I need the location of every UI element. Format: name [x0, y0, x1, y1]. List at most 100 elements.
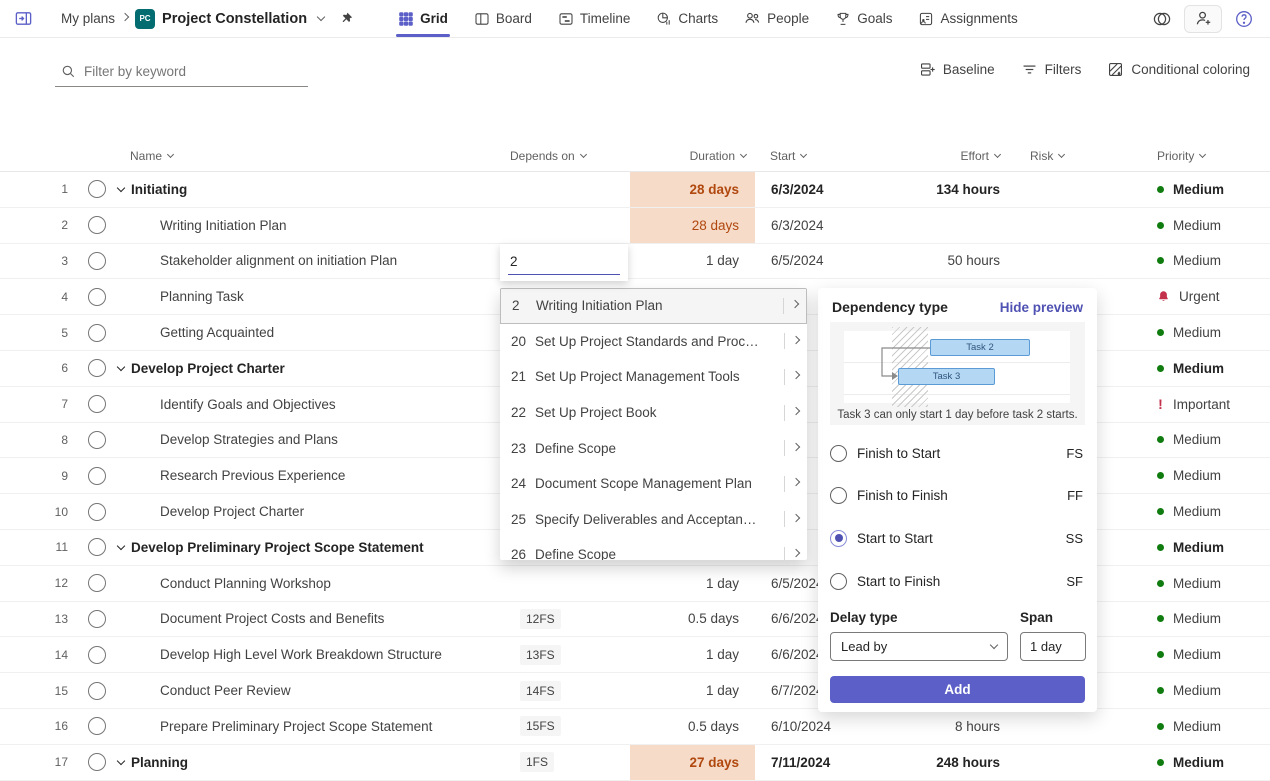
dropdown-item[interactable]: 2Writing Initiation Plan [500, 288, 807, 324]
span-input[interactable] [1020, 632, 1086, 661]
task-complete-circle[interactable] [88, 574, 106, 592]
item-expand-chevron-icon[interactable] [792, 336, 800, 344]
task-complete-circle[interactable] [88, 216, 106, 234]
priority-cell[interactable]: Medium [1157, 530, 1224, 565]
dropdown-item[interactable]: 21Set Up Project Management Tools [500, 359, 807, 395]
priority-cell[interactable]: Medium [1157, 709, 1221, 744]
start-cell[interactable]: 6/6/2024 [771, 637, 824, 672]
priority-cell[interactable]: Medium [1157, 745, 1224, 780]
effort-cell[interactable]: 248 hours [880, 745, 1000, 780]
item-expand-chevron-icon[interactable] [792, 549, 800, 557]
start-cell[interactable]: 6/7/2024 [771, 673, 824, 708]
delay-type-select[interactable]: Lead by [830, 632, 1008, 661]
task-complete-circle[interactable] [88, 646, 106, 664]
priority-cell[interactable]: Medium [1157, 172, 1224, 207]
dependency-chip[interactable]: 15FS [520, 716, 561, 736]
task-name-cell[interactable]: Prepare Preliminary Project Scope Statem… [160, 709, 432, 744]
item-expand-chevron-icon[interactable] [792, 407, 800, 415]
priority-cell[interactable]: Medium [1157, 244, 1221, 279]
tab-grid[interactable]: Grid [390, 0, 456, 37]
start-cell[interactable]: 6/3/2024 [771, 172, 824, 207]
baseline-button[interactable]: Baseline [919, 61, 995, 78]
task-name-cell[interactable]: Getting Acquainted [160, 315, 274, 350]
priority-cell[interactable]: !Important [1157, 387, 1230, 422]
help-icon[interactable] [1234, 9, 1254, 29]
start-cell[interactable]: 6/6/2024 [771, 602, 824, 637]
task-complete-circle[interactable] [88, 467, 106, 485]
depends-on-cell[interactable]: 14FS [520, 682, 561, 700]
task-name-cell[interactable]: Planning Task [160, 279, 244, 314]
duration-cell[interactable]: 28 days [630, 208, 755, 243]
start-cell[interactable]: 6/5/2024 [771, 244, 824, 279]
priority-cell[interactable]: Urgent [1157, 279, 1220, 314]
task-name-cell[interactable]: Identify Goals and Objectives [160, 387, 336, 422]
collapse-chevron-icon[interactable] [117, 756, 125, 764]
dependency-option-ss[interactable]: Start to StartSS [830, 523, 1083, 553]
task-name-cell[interactable]: Stakeholder alignment on initiation Plan [160, 244, 397, 279]
column-header-name[interactable]: Name [130, 149, 173, 163]
priority-cell[interactable]: Medium [1157, 423, 1221, 458]
priority-cell[interactable]: Medium [1157, 458, 1221, 493]
share-add-member-button[interactable] [1184, 5, 1222, 33]
conditional-coloring-button[interactable]: Conditional coloring [1107, 61, 1250, 78]
duration-cell[interactable]: 1 day [630, 673, 755, 708]
duration-cell[interactable]: 27 days [630, 745, 755, 780]
effort-cell[interactable] [880, 208, 1000, 243]
task-name-cell[interactable]: Research Previous Experience [160, 458, 345, 493]
effort-cell[interactable]: 134 hours [880, 172, 1000, 207]
depends-on-cell[interactable]: 13FS [520, 646, 561, 664]
task-name-cell[interactable]: Develop Strategies and Plans [160, 423, 338, 458]
item-expand-chevron-icon[interactable] [792, 442, 800, 450]
depends-on-cell[interactable]: 1FS [520, 753, 554, 771]
item-expand-chevron-icon[interactable] [791, 300, 799, 308]
priority-cell[interactable]: Medium [1157, 494, 1221, 529]
task-complete-circle[interactable] [88, 431, 106, 449]
search-input[interactable] [84, 64, 284, 79]
filters-button[interactable]: Filters [1021, 61, 1082, 78]
collapse-chevron-icon[interactable] [117, 184, 125, 192]
priority-cell[interactable]: Medium [1157, 351, 1224, 386]
tab-charts[interactable]: Charts [648, 0, 726, 37]
depends-on-editor-value[interactable]: 2 [508, 248, 620, 275]
task-complete-circle[interactable] [88, 503, 106, 521]
start-cell[interactable]: 6/10/2024 [771, 709, 831, 744]
dropdown-item[interactable]: 26Define Scope [500, 537, 807, 560]
collapse-chevron-icon[interactable] [117, 363, 125, 371]
depends-on-cell[interactable]: 15FS [520, 717, 561, 735]
task-name-cell[interactable]: Writing Initiation Plan [160, 208, 287, 243]
task-name-cell[interactable]: Develop Preliminary Project Scope Statem… [118, 530, 424, 565]
task-complete-circle[interactable] [88, 395, 106, 413]
start-cell[interactable]: 7/11/2024 [771, 745, 830, 780]
task-complete-circle[interactable] [88, 538, 106, 556]
effort-cell[interactable]: 50 hours [880, 244, 1000, 279]
task-complete-circle[interactable] [88, 753, 106, 771]
item-expand-chevron-icon[interactable] [792, 478, 800, 486]
start-cell[interactable]: 6/3/2024 [771, 208, 824, 243]
effort-cell[interactable]: 8 hours [880, 709, 1000, 744]
priority-cell[interactable]: Medium [1157, 602, 1221, 637]
task-complete-circle[interactable] [88, 288, 106, 306]
item-expand-chevron-icon[interactable] [792, 371, 800, 379]
start-cell[interactable]: 6/5/2024 [771, 566, 824, 601]
task-name-cell[interactable]: Planning [118, 745, 188, 780]
column-header-duration[interactable]: Duration [630, 149, 746, 163]
hide-preview-link[interactable]: Hide preview [1000, 300, 1083, 315]
dependency-chip[interactable]: 1FS [520, 752, 554, 772]
task-complete-circle[interactable] [88, 324, 106, 342]
task-complete-circle[interactable] [88, 717, 106, 735]
duration-cell[interactable]: 0.5 days [630, 602, 755, 637]
task-name-cell[interactable]: Develop Project Charter [118, 351, 285, 386]
breadcrumb-my-plans[interactable]: My plans [61, 11, 115, 26]
dependency-option-fs[interactable]: Finish to StartFS [830, 438, 1083, 468]
radio-button[interactable] [830, 445, 847, 462]
column-header-priority[interactable]: Priority [1157, 149, 1205, 163]
task-name-cell[interactable]: Conduct Planning Workshop [160, 566, 331, 601]
collapse-chevron-icon[interactable] [117, 542, 125, 550]
add-dependency-button[interactable]: Add [830, 676, 1085, 703]
duration-cell[interactable]: 0.5 days [630, 709, 755, 744]
tab-people[interactable]: People [736, 0, 817, 37]
duration-cell[interactable]: 28 days [630, 172, 755, 207]
dropdown-item[interactable]: 23Define Scope [500, 430, 807, 466]
column-header-effort[interactable]: Effort [905, 149, 1000, 163]
dropdown-item[interactable]: 24Document Scope Management Plan [500, 466, 807, 502]
